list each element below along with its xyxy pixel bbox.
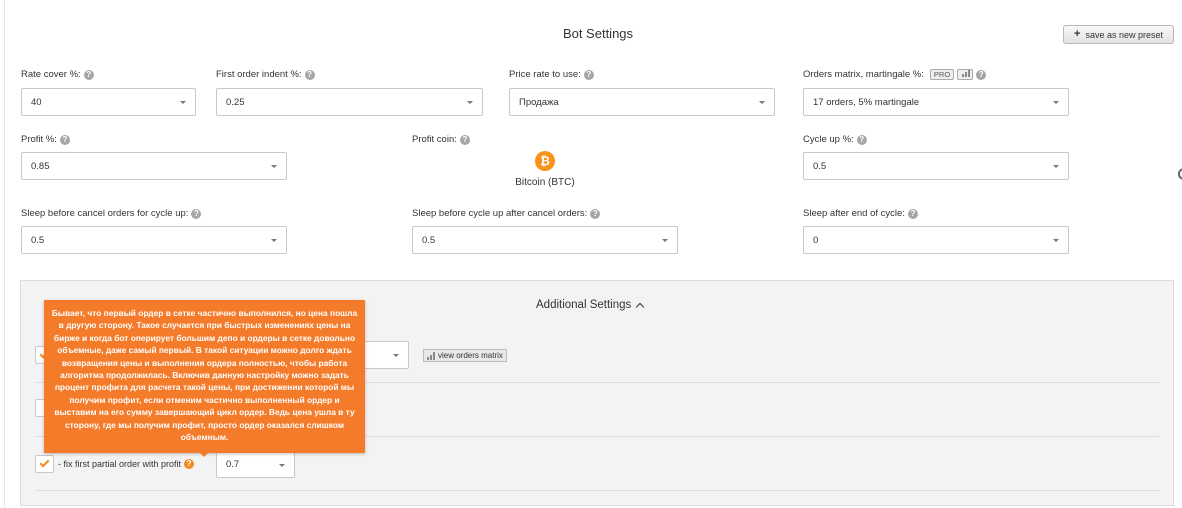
fix-partial-value: 0.7 <box>226 459 240 470</box>
bitcoin-icon: ₿ <box>535 151 555 171</box>
help-icon[interactable]: ? <box>59 134 70 145</box>
sleep-cycle-up-select[interactable]: 0.5 <box>412 226 678 254</box>
tooltip-arrow <box>199 452 209 457</box>
chevron-down-icon <box>271 165 277 168</box>
save-preset-label: save as new preset <box>1085 29 1163 40</box>
price-rate-select[interactable]: Продажа <box>509 88 775 116</box>
help-icon[interactable]: ? <box>856 134 867 145</box>
first-order-indent-value: 0.25 <box>226 96 245 108</box>
rate-cover-label: Rate cover %: ? <box>21 69 94 80</box>
view-orders-matrix-button[interactable]: view orders matrix <box>423 349 507 362</box>
chevron-down-icon <box>467 101 473 104</box>
chevron-down-icon <box>662 239 668 242</box>
help-icon[interactable]: ? <box>191 208 202 219</box>
orders-matrix-value: 17 orders, 5% martingale <box>813 96 920 108</box>
profit-coin-label-text: Profit coin: <box>412 134 457 145</box>
cycle-up-label-text: Cycle up %: <box>803 134 854 145</box>
orders-matrix-label-text: Orders matrix, martingale %: <box>803 69 924 80</box>
profit-coin-label: Profit coin: ? <box>412 134 470 145</box>
save-preset-button[interactable]: + save as new preset <box>1063 25 1174 44</box>
chevron-up-icon <box>636 302 645 312</box>
cycle-up-value: 0.5 <box>813 160 827 172</box>
first-order-indent-label-text: First order indent %: <box>216 69 302 80</box>
page-left-edge <box>4 0 5 508</box>
sleep-end-label: Sleep after end of cycle: ? <box>803 208 918 219</box>
help-icon[interactable]: ? <box>184 459 195 469</box>
cycle-up-select[interactable]: 0.5 <box>803 152 1069 180</box>
help-icon[interactable]: ? <box>83 69 94 80</box>
sleep-end-label-text: Sleep after end of cycle: <box>803 208 905 219</box>
chevron-down-icon <box>279 464 285 467</box>
divider <box>35 490 1159 491</box>
profit-label-text: Profit %: <box>21 134 57 145</box>
cycle-up-label: Cycle up %: ? <box>803 134 867 145</box>
orders-matrix-label: Orders matrix, martingale %: PRO ? <box>803 69 987 80</box>
help-icon[interactable]: ? <box>590 208 601 219</box>
fix-partial-label: - fix first partial order with profit ? <box>58 459 195 469</box>
help-tooltip: Бывает, что первый ордер в сетке частичн… <box>44 300 365 453</box>
help-icon[interactable]: ? <box>583 69 594 80</box>
first-order-indent-label: First order indent %: ? <box>216 69 315 80</box>
chevron-down-icon <box>1053 239 1059 242</box>
additional-settings-toggle[interactable]: Additional Settings <box>536 299 645 312</box>
sleep-cancel-label-text: Sleep before cancel orders for cycle up: <box>21 208 189 219</box>
sleep-cancel-value: 0.5 <box>31 234 45 246</box>
scroll-edge-indicator <box>1178 168 1182 180</box>
pro-badge: PRO <box>929 69 955 80</box>
chevron-down-icon <box>271 239 277 242</box>
help-icon[interactable]: ? <box>907 208 918 219</box>
first-order-indent-select[interactable]: 0.25 <box>216 88 483 116</box>
rate-cover-label-text: Rate cover %: <box>21 69 81 80</box>
price-rate-label-text: Price rate to use: <box>509 69 581 80</box>
price-rate-value: Продажа <box>519 96 559 108</box>
help-icon[interactable]: ? <box>459 134 470 145</box>
help-icon[interactable]: ? <box>976 69 987 80</box>
fix-partial-label-text: - fix first partial order with profit <box>58 459 182 469</box>
bar-chart-icon <box>427 351 436 360</box>
chevron-down-icon <box>1053 165 1059 168</box>
plus-icon: + <box>1074 28 1081 40</box>
sleep-end-value: 0 <box>813 234 819 246</box>
sleep-cycle-up-label-text: Sleep before cycle up after cancel order… <box>412 208 588 219</box>
chevron-down-icon <box>759 101 765 104</box>
page-title: Bot Settings <box>562 26 634 41</box>
profit-value: 0.85 <box>31 160 50 172</box>
sleep-cancel-label: Sleep before cancel orders for cycle up:… <box>21 208 202 219</box>
view-orders-matrix-label: view orders matrix <box>438 351 503 360</box>
sleep-end-select[interactable]: 0 <box>803 226 1069 254</box>
chevron-down-icon <box>180 101 186 104</box>
orders-matrix-select[interactable]: 17 orders, 5% martingale <box>803 88 1069 116</box>
fix-partial-checkbox[interactable] <box>35 455 54 473</box>
profit-label: Profit %: ? <box>21 134 70 145</box>
profit-coin-name: Bitcoin (BTC) <box>515 177 575 188</box>
bar-chart-icon[interactable] <box>957 69 974 80</box>
price-rate-label: Price rate to use: ? <box>509 69 594 80</box>
fix-partial-select[interactable]: 0.7 <box>216 451 295 478</box>
sleep-cancel-select[interactable]: 0.5 <box>21 226 287 254</box>
rate-cover-value: 40 <box>31 96 42 108</box>
sleep-cycle-up-label: Sleep before cycle up after cancel order… <box>412 208 601 219</box>
rate-cover-select[interactable]: 40 <box>21 88 196 116</box>
chevron-down-icon <box>1053 101 1059 104</box>
sleep-cycle-up-value: 0.5 <box>422 234 436 246</box>
chevron-down-icon <box>393 354 399 357</box>
help-icon[interactable]: ? <box>304 69 315 80</box>
checkmark-icon <box>39 457 50 468</box>
additional-settings-title: Additional Settings <box>536 299 632 311</box>
profit-select[interactable]: 0.85 <box>21 152 287 180</box>
